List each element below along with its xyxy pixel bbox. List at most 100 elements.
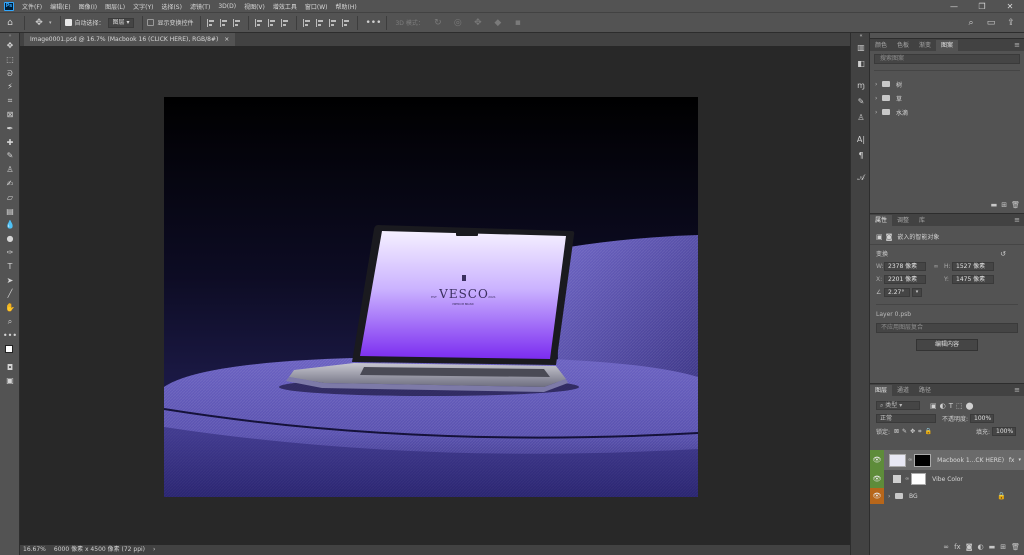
brush-tool-icon[interactable]: ✎ <box>0 149 20 163</box>
3d-rotate-icon[interactable]: ↻ <box>431 16 445 30</box>
chevron-down-icon[interactable]: ▾ <box>1018 457 1021 463</box>
chevron-right-icon[interactable]: › <box>875 81 882 88</box>
align-right-icon[interactable] <box>233 18 242 27</box>
move-tool-icon[interactable]: ✥ <box>32 16 46 30</box>
restore-button[interactable]: ❐ <box>968 2 996 11</box>
pattern-group-trees[interactable]: › 树 <box>870 77 1024 91</box>
chevron-down-icon[interactable]: ▾ <box>49 20 52 26</box>
chevron-right-icon[interactable]: › <box>875 95 882 102</box>
height-field[interactable]: 1527 像素 <box>952 262 994 271</box>
history-brush-tool-icon[interactable]: ✍ <box>0 177 20 191</box>
menu-view[interactable]: 视图(V) <box>240 2 269 11</box>
link-icon[interactable]: ∞ <box>928 263 944 270</box>
menu-layer[interactable]: 图层(L) <box>101 2 129 11</box>
adjustments-icon[interactable]: ◧ <box>851 57 871 71</box>
distribute-icon[interactable] <box>316 18 325 27</box>
tab-channels[interactable]: 通道 <box>892 385 914 396</box>
magic-wand-tool-icon[interactable]: ⚡ <box>0 80 20 94</box>
search-icon[interactable]: ⌕ <box>964 16 978 30</box>
fx-badge[interactable]: fx <box>1009 457 1015 464</box>
brushes-icon[interactable]: ✎ <box>851 95 871 109</box>
panel-menu-icon[interactable]: ≡ <box>1014 40 1024 51</box>
line-tool-icon[interactable]: ╱ <box>0 287 20 301</box>
tab-color[interactable]: 颜色 <box>870 40 892 51</box>
document-tab[interactable]: Image0001.psd @ 16.7% (Macbook 16 (CLICK… <box>24 33 236 46</box>
panel-menu-icon[interactable]: ≡ <box>1014 215 1024 226</box>
align-bottom-icon[interactable] <box>281 18 290 27</box>
new-layer-icon[interactable]: ⊞ <box>1000 543 1006 551</box>
history-icon[interactable]: ▥ <box>851 41 871 55</box>
layer-row-bg[interactable]: 👁 › BG 🔒 <box>870 488 1024 504</box>
align-top-icon[interactable] <box>255 18 264 27</box>
chevron-right-icon[interactable]: › <box>888 493 895 500</box>
dodge-tool-icon[interactable]: ● <box>0 232 20 246</box>
link-layers-icon[interactable]: ∞ <box>943 543 949 551</box>
canvas-area[interactable]: VESCO EST 2021 PREMIUM BRAND <box>20 46 850 545</box>
layer-mask-thumbnail[interactable] <box>911 473 927 485</box>
lock-options-icons[interactable]: ⊠✎✥⌗🔒 <box>894 428 935 436</box>
menu-help[interactable]: 帮助(H) <box>332 2 361 11</box>
tab-swatches[interactable]: 色板 <box>892 40 914 51</box>
x-field[interactable]: 2201 像素 <box>884 275 926 284</box>
delete-icon[interactable]: 🗑 <box>1011 201 1020 209</box>
delete-icon[interactable]: 🗑 <box>1011 543 1020 551</box>
collapse-icon[interactable]: « <box>851 33 871 39</box>
hand-tool-icon[interactable]: ✋ <box>0 301 20 315</box>
new-group-icon[interactable]: ▬ <box>991 201 998 209</box>
pen-tool-icon[interactable]: ✑ <box>0 246 20 260</box>
document-canvas[interactable]: VESCO EST 2021 PREMIUM BRAND <box>164 97 698 497</box>
pattern-group-water[interactable]: › 水滴 <box>870 105 1024 119</box>
menu-select[interactable]: 选择(S) <box>157 2 186 11</box>
tab-paths[interactable]: 路径 <box>914 385 936 396</box>
clone-stamp-tool-icon[interactable]: ♙ <box>0 163 20 177</box>
menu-plugins[interactable]: 增效工具 <box>269 2 301 11</box>
3d-scale-icon[interactable]: ▪ <box>511 16 525 30</box>
pattern-group-grass[interactable]: › 草 <box>870 91 1024 105</box>
lasso-tool-icon[interactable]: ᘐ <box>0 67 20 81</box>
share-icon[interactable]: ⇪ <box>1004 16 1018 30</box>
blend-mode-select[interactable]: 正常 <box>876 414 936 423</box>
glyphs-icon[interactable]: 𝒜 <box>851 171 871 185</box>
opacity-field[interactable]: 100% <box>970 414 995 423</box>
layer-row-macbook[interactable]: 👁 ∞ Macbook 1...CK HERE) fx ▾ <box>870 450 1024 470</box>
fill-field[interactable]: 100% <box>992 427 1016 436</box>
align-middle-icon[interactable] <box>268 18 277 27</box>
distribute-icon[interactable] <box>329 18 338 27</box>
blur-tool-icon[interactable]: 💧 <box>0 218 20 232</box>
brush-settings-icon[interactable]: ɱ <box>851 79 871 93</box>
workspace-icon[interactable]: ▭ <box>984 16 998 30</box>
show-transform-checkbox[interactable] <box>147 19 155 26</box>
tab-gradients[interactable]: 渐变 <box>914 40 936 51</box>
marquee-tool-icon[interactable]: ⬚ <box>0 53 20 67</box>
quick-mask-icon[interactable]: ◘ <box>0 361 20 375</box>
eyedropper-tool-icon[interactable]: ✒ <box>0 122 20 136</box>
layer-name[interactable]: BG <box>909 493 918 500</box>
3d-roll-icon[interactable]: ◎ <box>451 16 465 30</box>
tab-properties[interactable]: 属性 <box>870 215 893 226</box>
angle-field[interactable]: 2.27° <box>884 288 910 297</box>
edit-contents-button[interactable]: 编辑内容 <box>916 339 978 351</box>
chevron-right-icon[interactable]: › <box>875 109 882 116</box>
menu-edit[interactable]: 编辑(E) <box>46 2 74 11</box>
menu-filter[interactable]: 滤镜(T) <box>186 2 214 11</box>
more-options-icon[interactable]: ••• <box>365 16 381 30</box>
layer-visibility-eye-icon[interactable]: 👁 <box>870 488 884 504</box>
paragraph-icon[interactable]: ¶ <box>851 149 871 163</box>
character-icon[interactable]: A| <box>851 133 871 147</box>
tab-adjustments[interactable]: 调整 <box>892 215 914 226</box>
menu-3d[interactable]: 3D(D) <box>214 3 240 10</box>
angle-dropdown-icon[interactable]: ▾ <box>912 288 922 297</box>
home-icon[interactable]: ⌂ <box>3 16 17 30</box>
menu-type[interactable]: 文字(Y) <box>129 2 157 11</box>
gradient-tool-icon[interactable]: ▤ <box>0 205 20 219</box>
close-tab-icon[interactable]: × <box>224 33 229 46</box>
new-group-icon[interactable]: ▬ <box>989 543 996 551</box>
align-left-icon[interactable] <box>207 18 216 27</box>
auto-select-dropdown[interactable]: 图层 ▾ <box>107 17 135 28</box>
zoom-tool-icon[interactable]: ⌕ <box>0 315 20 329</box>
mask-icon[interactable]: ◙ <box>886 233 893 241</box>
new-pattern-icon[interactable]: ⊞ <box>1001 201 1007 209</box>
layer-name[interactable]: Vibe Color <box>932 476 963 483</box>
layer-row-vibe-color[interactable]: 👁 ∞ Vibe Color <box>870 470 1024 488</box>
tab-libraries[interactable]: 库 <box>914 215 930 226</box>
